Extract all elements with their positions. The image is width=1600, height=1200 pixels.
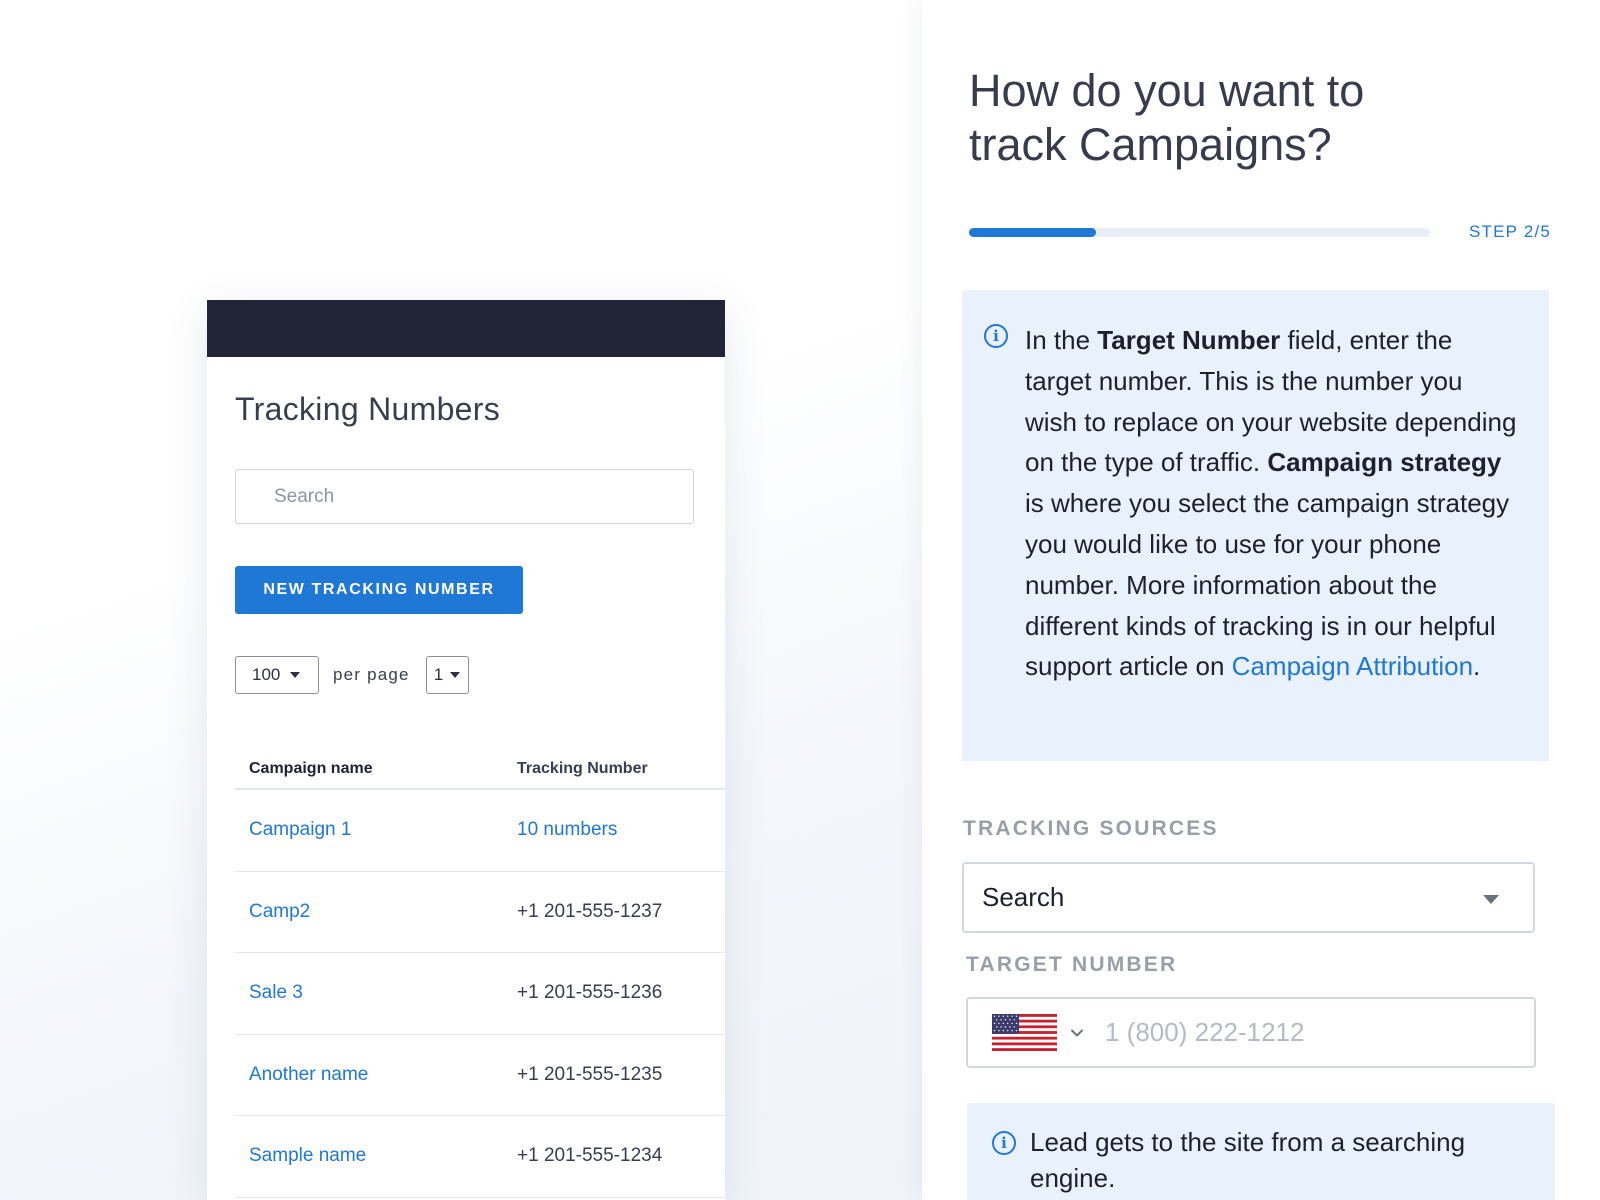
campaign-link[interactable]: Camp2 (249, 901, 517, 923)
source-hint-callout: i Lead gets to the site from a searching… (967, 1103, 1555, 1200)
tracking-number: +1 201-555-1236 (517, 982, 663, 1004)
caret-down-icon (1483, 895, 1499, 904)
info-text-bold: Campaign strategy (1267, 447, 1502, 478)
tracking-numbers-table: Campaign name Tracking Number Campaign 1… (235, 750, 725, 1198)
source-hint-text: Lead gets to the site from a searching e… (1030, 1127, 1466, 1193)
wizard-panel: How do you want to track Campaigns? STEP… (922, 0, 1600, 1200)
page-title: Tracking Numbers (235, 391, 501, 427)
search-input[interactable]: Search (235, 469, 694, 524)
page-select[interactable]: 1 (425, 656, 469, 694)
search-placeholder: Search (274, 485, 335, 507)
campaign-link[interactable]: Sample name (249, 1145, 517, 1167)
table-row: Sample name +1 201-555-1234 (235, 1116, 725, 1198)
info-text-bold: Target Number (1097, 325, 1281, 355)
column-header-campaign[interactable]: Campaign name (249, 760, 517, 778)
info-text-part: . (1473, 651, 1481, 682)
campaign-link[interactable]: Another name (249, 1064, 517, 1086)
phone-placeholder: 1 (800) 222-1212 (1105, 1017, 1305, 1047)
table-row: Camp2 +1 201-555-1237 (235, 872, 725, 953)
chevron-down-icon[interactable] (1069, 1025, 1085, 1041)
tracking-source-select[interactable]: Search (962, 862, 1535, 933)
wizard-title: How do you want to track Campaigns? (969, 65, 1365, 170)
tracking-number: +1 201-555-1235 (517, 1063, 663, 1085)
per-page-select[interactable]: 100 (235, 656, 319, 694)
info-icon: i (992, 1131, 1016, 1155)
us-flag-icon[interactable] (992, 1014, 1057, 1051)
tracking-number: +1 201-555-1234 (517, 1145, 663, 1167)
page-value: 1 (433, 665, 444, 684)
campaign-link[interactable]: Campaign 1 (249, 819, 517, 841)
target-number-label: TARGET NUMBER (966, 953, 1178, 976)
campaign-link[interactable]: Sale 3 (249, 982, 517, 1004)
tracking-sources-label: TRACKING SOURCES (963, 817, 1219, 840)
table-header: Campaign name Tracking Number (235, 750, 725, 790)
app-topbar (207, 300, 725, 357)
table-row: Campaign 1 10 numbers (235, 790, 725, 872)
table-row: Another name +1 201-555-1235 (235, 1035, 725, 1116)
tracking-numbers-link[interactable]: 10 numbers (517, 819, 617, 841)
progress-fill (969, 228, 1096, 237)
tracking-number: +1 201-555-1237 (517, 900, 663, 922)
tracking-source-value: Search (982, 882, 1065, 912)
pagination-controls: 100 per page 1 (235, 656, 725, 694)
info-icon: i (984, 324, 1008, 348)
info-text-part: In the (1025, 325, 1098, 355)
progress-bar (969, 228, 1430, 237)
table-row: Sale 3 +1 201-555-1236 (235, 953, 725, 1035)
info-text: In the Target Number field, enter the ta… (1025, 320, 1519, 687)
info-callout: i In the Target Number field, enter the … (962, 290, 1549, 761)
new-tracking-number-button[interactable]: NEW TRACKING NUMBER (235, 566, 523, 614)
campaign-attribution-link[interactable]: Campaign Attribution (1232, 651, 1473, 681)
step-indicator: STEP 2/5 (1469, 222, 1552, 241)
tracking-numbers-card: Tracking Numbers Search NEW TRACKING NUM… (207, 300, 725, 1200)
per-page-label: per page (333, 665, 410, 684)
caret-down-icon (290, 672, 301, 678)
caret-down-icon (450, 672, 461, 678)
per-page-value: 100 (252, 665, 281, 684)
column-header-tracking[interactable]: Tracking Number (517, 760, 648, 778)
target-number-field[interactable]: 1 (800) 222-1212 (966, 997, 1536, 1068)
